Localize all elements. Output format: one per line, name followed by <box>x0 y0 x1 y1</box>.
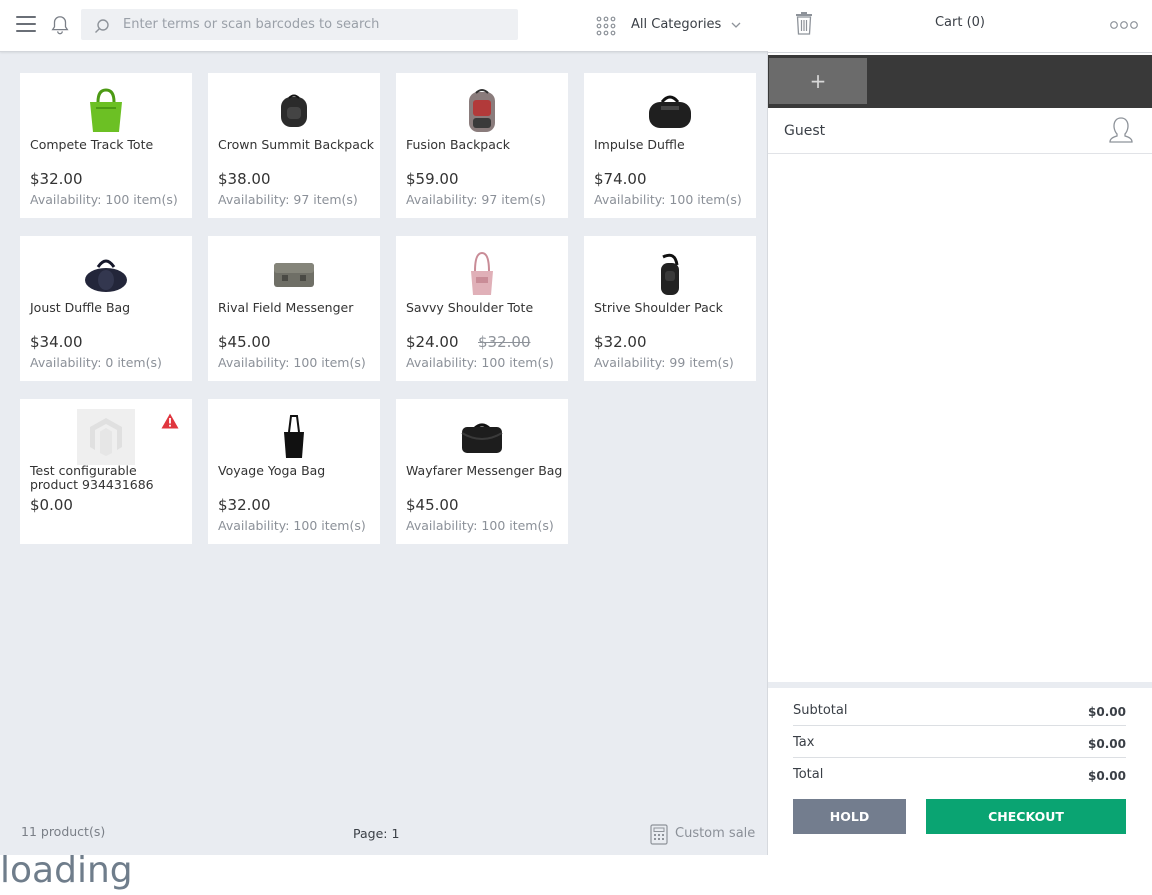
category-label: All Categories <box>631 17 722 32</box>
product-card[interactable]: Compete Track Tote $32.00 Availability: … <box>20 73 192 218</box>
product-image <box>78 246 134 302</box>
add-cart-tab-button[interactable]: + <box>769 58 867 104</box>
tax-value: $0.00 <box>1088 737 1126 751</box>
cart-tabs-bar: + <box>768 55 1152 108</box>
subtotal-value: $0.00 <box>1088 705 1126 719</box>
product-name: Crown Summit Backpack <box>218 137 374 152</box>
product-name: Test configurable product 934431686 <box>30 463 154 492</box>
product-price: $34.00 <box>30 333 83 351</box>
product-card[interactable]: Strive Shoulder Pack $32.00 Availability… <box>584 236 756 381</box>
product-old-price: $32.00 <box>478 333 531 351</box>
magento-logo-icon <box>90 418 122 456</box>
product-placeholder-image <box>77 409 135 465</box>
total-label: Total <box>793 767 824 782</box>
product-card[interactable]: Rival Field Messenger $45.00 Availabilit… <box>208 236 380 381</box>
product-name: Fusion Backpack <box>406 137 511 152</box>
product-image <box>266 83 322 139</box>
product-availability: Availability: 97 item(s) <box>406 192 546 207</box>
product-card[interactable]: Voyage Yoga Bag $32.00 Availability: 100… <box>208 399 380 544</box>
cart-items-area <box>768 154 1152 682</box>
product-card[interactable]: Crown Summit Backpack $38.00 Availabilit… <box>208 73 380 218</box>
product-price: $32.00 <box>30 170 83 188</box>
product-price: $59.00 <box>406 170 459 188</box>
product-image <box>454 246 510 302</box>
product-availability: Availability: 100 item(s) <box>218 355 366 370</box>
product-price: $32.00 <box>594 333 647 351</box>
product-image <box>78 83 134 139</box>
tax-row: Tax $0.00 <box>793 726 1126 758</box>
product-name: Strive Shoulder Pack <box>594 300 723 315</box>
search-box <box>81 9 518 40</box>
bell-icon[interactable] <box>49 14 71 36</box>
product-price: $74.00 <box>594 170 647 188</box>
product-count: 11 product(s) <box>21 824 106 839</box>
hold-button[interactable]: HOLD <box>793 799 906 834</box>
cart-header: Cart (0) <box>768 0 1152 53</box>
product-card[interactable]: Joust Duffle Bag $34.00 Availability: 0 … <box>20 236 192 381</box>
search-icon <box>95 19 109 33</box>
product-name: Savvy Shoulder Tote <box>406 300 534 315</box>
product-price: $38.00 <box>218 170 271 188</box>
cart-totals: Subtotal $0.00 Tax $0.00 Total $0.00 <box>793 694 1126 790</box>
product-name: Voyage Yoga Bag <box>218 463 326 478</box>
product-availability: Availability: 100 item(s) <box>406 355 554 370</box>
product-image <box>454 83 510 139</box>
product-name: Wayfarer Messenger Bag <box>406 463 563 478</box>
cart-divider <box>768 682 1152 688</box>
subtotal-row: Subtotal $0.00 <box>793 694 1126 726</box>
product-availability: Availability: 0 item(s) <box>30 355 162 370</box>
product-image <box>266 246 322 302</box>
customer-name: Guest <box>784 123 826 139</box>
product-price: $45.00 <box>218 333 271 351</box>
product-image <box>266 409 322 465</box>
product-name: Joust Duffle Bag <box>30 300 131 315</box>
cart-pane: Cart (0) + Guest Subtotal $0.00 Tax $0.0… <box>768 0 1152 855</box>
product-availability: Availability: 100 item(s) <box>594 192 742 207</box>
product-card[interactable]: Impulse Duffle $74.00 Availability: 100 … <box>584 73 756 218</box>
calculator-icon <box>650 824 668 845</box>
product-card[interactable]: Savvy Shoulder Tote $24.00 $32.00 Availa… <box>396 236 568 381</box>
product-image <box>454 409 510 465</box>
customer-icon[interactable] <box>1108 116 1134 144</box>
loading-text: loading <box>0 850 133 891</box>
product-availability: Availability: 97 item(s) <box>218 192 358 207</box>
more-options-icon[interactable] <box>1110 20 1138 30</box>
product-availability: Availability: 100 item(s) <box>30 192 178 207</box>
total-value: $0.00 <box>1088 769 1126 783</box>
cart-title: Cart (0) <box>934 15 986 30</box>
product-availability: Availability: 100 item(s) <box>218 518 366 533</box>
checkout-button[interactable]: CHECKOUT <box>926 799 1126 834</box>
product-availability: Availability: 99 item(s) <box>594 355 734 370</box>
product-name: Compete Track Tote <box>30 137 154 152</box>
product-image <box>642 83 698 139</box>
product-pane: All Categories Compete Track Tote $32.00… <box>0 0 768 855</box>
product-price: $32.00 <box>218 496 271 514</box>
warning-icon <box>161 413 179 429</box>
page-indicator: Page: 1 <box>353 826 400 841</box>
total-row: Total $0.00 <box>793 758 1126 790</box>
product-image <box>642 246 698 302</box>
tax-label: Tax <box>793 735 815 750</box>
product-price: $24.00 <box>406 333 459 351</box>
customer-selector[interactable]: Guest <box>768 108 1152 154</box>
top-toolbar: All Categories <box>0 0 768 52</box>
product-footer: 11 product(s) Page: 1 Custom sale <box>0 810 768 855</box>
product-price: $45.00 <box>406 496 459 514</box>
product-price: $0.00 <box>30 496 73 514</box>
product-name: Rival Field Messenger <box>218 300 354 315</box>
grid-icon <box>596 16 616 36</box>
category-select[interactable]: All Categories <box>596 14 756 38</box>
hamburger-menu-icon[interactable] <box>16 16 36 34</box>
subtotal-label: Subtotal <box>793 703 848 718</box>
search-input[interactable] <box>121 9 511 40</box>
product-card[interactable]: Fusion Backpack $59.00 Availability: 97 … <box>396 73 568 218</box>
product-card[interactable]: Wayfarer Messenger Bag $45.00 Availabili… <box>396 399 568 544</box>
custom-sale-label: Custom sale <box>675 826 756 841</box>
product-availability: Availability: 100 item(s) <box>406 518 554 533</box>
chevron-down-icon <box>731 22 741 28</box>
product-card[interactable]: Test configurable product 934431686 $0.0… <box>20 399 192 544</box>
product-name: Impulse Duffle <box>594 137 685 152</box>
